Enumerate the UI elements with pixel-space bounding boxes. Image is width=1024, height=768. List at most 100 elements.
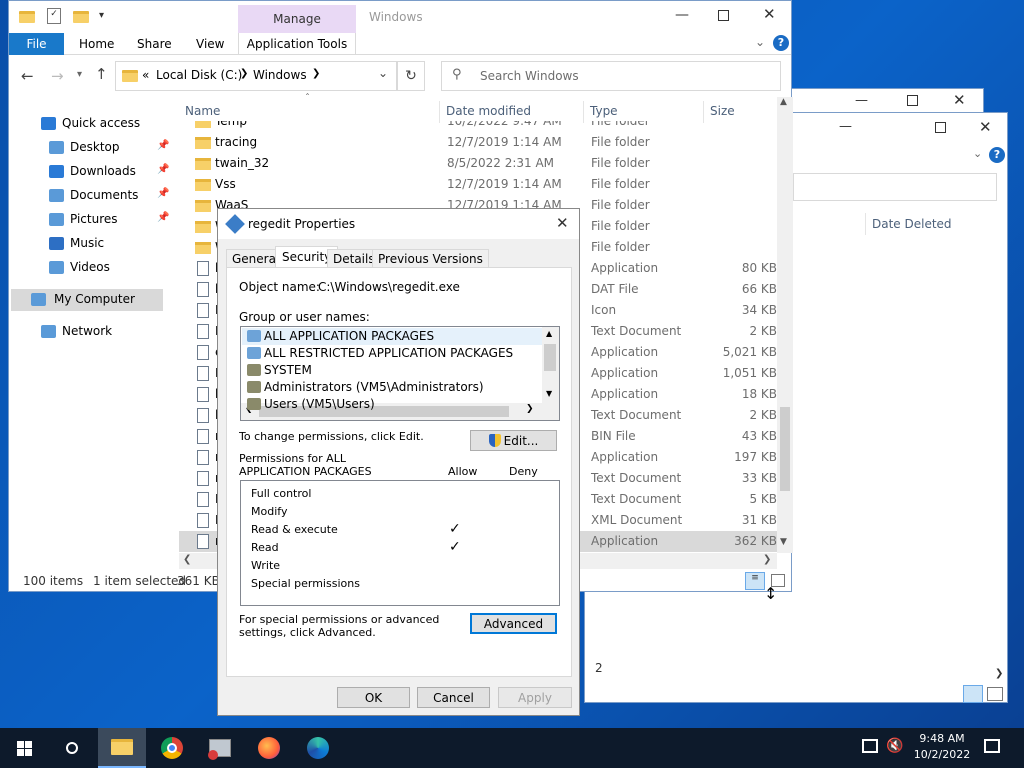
column-date-deleted[interactable]: Date Deleted [865, 213, 1005, 235]
nav-item-desktop[interactable]: Desktop 📌 [19, 137, 169, 159]
address-overflow[interactable]: « [142, 68, 149, 82]
column-name[interactable]: Name [185, 104, 220, 118]
breadcrumb-separator-icon[interactable]: ❯ [240, 68, 248, 79]
new-folder-icon[interactable] [73, 11, 89, 23]
customize-toolbar-icon[interactable]: ▾ [99, 10, 104, 21]
chevron-down-icon[interactable]: ⌄ [755, 35, 765, 49]
file-row[interactable]: tracing 12/7/2019 1:14 AM File folder [179, 132, 777, 153]
group-item[interactable]: Administrators (VM5\Administrators) [242, 379, 542, 396]
close-icon[interactable]: ✕ [763, 5, 776, 23]
search-box[interactable] [793, 173, 997, 201]
scrollbar-thumb[interactable] [544, 344, 556, 371]
address-bar[interactable]: « Local Disk (C:) ❯ Windows ❯ ⌄ [115, 61, 397, 91]
tab-view[interactable]: View [196, 37, 224, 51]
volume-muted-icon[interactable]: 🔇 [886, 738, 903, 754]
pin-icon[interactable]: 📌 [157, 188, 169, 199]
file-row[interactable]: twain_32 8/5/2022 2:31 AM File folder [179, 153, 777, 174]
details-view-icon[interactable] [963, 685, 983, 703]
tab-previous-versions[interactable]: Previous Versions [372, 249, 489, 268]
scroll-down-icon[interactable]: ▼ [780, 537, 787, 547]
breadcrumb-separator-icon[interactable]: ❯ [312, 68, 320, 79]
details-view-icon[interactable]: ≡ [745, 572, 765, 590]
scroll-down-icon[interactable]: ▼ [546, 389, 552, 398]
minimize-icon[interactable]: — [855, 93, 871, 109]
tab-home[interactable]: Home [79, 37, 114, 51]
taskbar-app[interactable] [196, 728, 244, 768]
close-icon[interactable]: ✕ [953, 91, 966, 109]
clock-time[interactable]: 9:48 AM [917, 732, 967, 745]
pin-icon[interactable]: 📌 [157, 164, 169, 175]
edit-button[interactable]: Edit... [470, 430, 557, 451]
file-row[interactable]: Temp 10/2/2022 9:47 AM File folder [179, 121, 777, 132]
help-icon[interactable]: ? [773, 35, 789, 51]
file-row[interactable]: Vss 12/7/2019 1:14 AM File folder [179, 174, 777, 195]
nav-item-downloads[interactable]: Downloads 📌 [19, 161, 169, 183]
close-icon[interactable]: ✕ [556, 214, 569, 232]
column-type[interactable]: Type [583, 101, 624, 123]
scroll-right-icon[interactable]: ❯ [763, 554, 771, 565]
group-item[interactable]: ALL APPLICATION PACKAGES [242, 328, 542, 345]
group-item[interactable]: ALL RESTRICTED APPLICATION PACKAGES [242, 345, 542, 362]
start-button[interactable] [0, 728, 48, 768]
maximize-icon[interactable] [718, 10, 729, 21]
group-item[interactable]: Users (VM5\Users) [242, 396, 542, 413]
network-tray-icon[interactable] [862, 739, 878, 753]
recent-chevron-icon[interactable]: ▾ [77, 69, 82, 80]
group-list[interactable]: ▲ ▼ ❮ ❯ ALL APPLICATION PACKAGESALL REST… [240, 326, 560, 421]
tab-file[interactable]: File [9, 33, 64, 55]
pin-icon[interactable]: 📌 [157, 212, 169, 223]
group-item[interactable]: SYSTEM [242, 362, 542, 379]
pin-icon[interactable]: 📌 [157, 140, 169, 151]
scroll-right-icon[interactable]: ❯ [995, 668, 1003, 679]
advanced-button[interactable]: Advanced [470, 613, 557, 634]
address-dropdown-icon[interactable]: ⌄ [378, 66, 388, 80]
maximize-icon[interactable] [935, 122, 946, 133]
nav-item-pictures[interactable]: Pictures 📌 [19, 209, 169, 231]
large-icons-view-icon[interactable] [987, 687, 1003, 701]
scroll-up-icon[interactable]: ▲ [780, 97, 787, 107]
nav-item-network[interactable]: Network [19, 321, 169, 343]
tab-application-tools[interactable]: Application Tools [238, 33, 356, 55]
scroll-left-icon[interactable]: ❮ [183, 554, 191, 565]
nav-item-music[interactable]: Music [19, 233, 169, 255]
window-title: Windows [369, 10, 423, 24]
close-icon[interactable]: ✕ [979, 118, 992, 136]
up-icon[interactable]: ↑ [95, 65, 108, 83]
forward-icon[interactable]: → [51, 67, 64, 85]
scrollbar-thumb[interactable] [780, 407, 790, 491]
nav-item-videos[interactable]: Videos [19, 257, 169, 279]
scroll-up-icon[interactable]: ▲ [546, 329, 552, 338]
minimize-icon[interactable]: — [839, 119, 852, 134]
nav-item-quick-access[interactable]: Quick access [19, 113, 169, 135]
chevron-down-icon[interactable]: ⌄ [973, 147, 982, 160]
back-icon[interactable]: ← [21, 67, 34, 85]
help-icon[interactable]: ? [989, 147, 1005, 163]
breadcrumb-windows[interactable]: Windows [253, 68, 307, 82]
search-button[interactable] [48, 728, 96, 768]
taskbar-chrome[interactable] [148, 728, 196, 768]
permission-name: Read [251, 541, 279, 554]
breadcrumb-local-disk[interactable]: Local Disk (C:) [156, 68, 242, 82]
properties-icon[interactable]: ✓ [47, 8, 61, 24]
group-list-vscrollbar[interactable]: ▲ ▼ [542, 327, 559, 404]
search-box[interactable]: ⚲ Search Windows [441, 61, 781, 91]
ok-button[interactable]: OK [337, 687, 410, 708]
taskbar-file-explorer[interactable] [98, 728, 146, 768]
minimize-icon[interactable]: — [675, 7, 689, 23]
refresh-icon[interactable]: ↻ [397, 61, 425, 91]
column-size[interactable]: Size [703, 101, 741, 123]
nav-item-my-computer[interactable]: My Computer [11, 289, 163, 311]
maximize-icon[interactable] [907, 95, 918, 106]
clock-date[interactable]: 10/2/2022 [911, 748, 973, 761]
file-icon [197, 471, 209, 486]
notifications-icon[interactable] [984, 739, 1000, 753]
tab-share[interactable]: Share [137, 37, 172, 51]
apply-button[interactable]: Apply [498, 687, 572, 708]
nav-item-documents[interactable]: Documents 📌 [19, 185, 169, 207]
cancel-button[interactable]: Cancel [417, 687, 490, 708]
taskbar-edge[interactable] [294, 728, 342, 768]
taskbar-firefox[interactable] [245, 728, 293, 768]
vertical-scrollbar[interactable]: ▲ ▼ [777, 97, 793, 553]
column-date-modified[interactable]: Date modified [439, 101, 537, 123]
file-icon [197, 429, 209, 444]
